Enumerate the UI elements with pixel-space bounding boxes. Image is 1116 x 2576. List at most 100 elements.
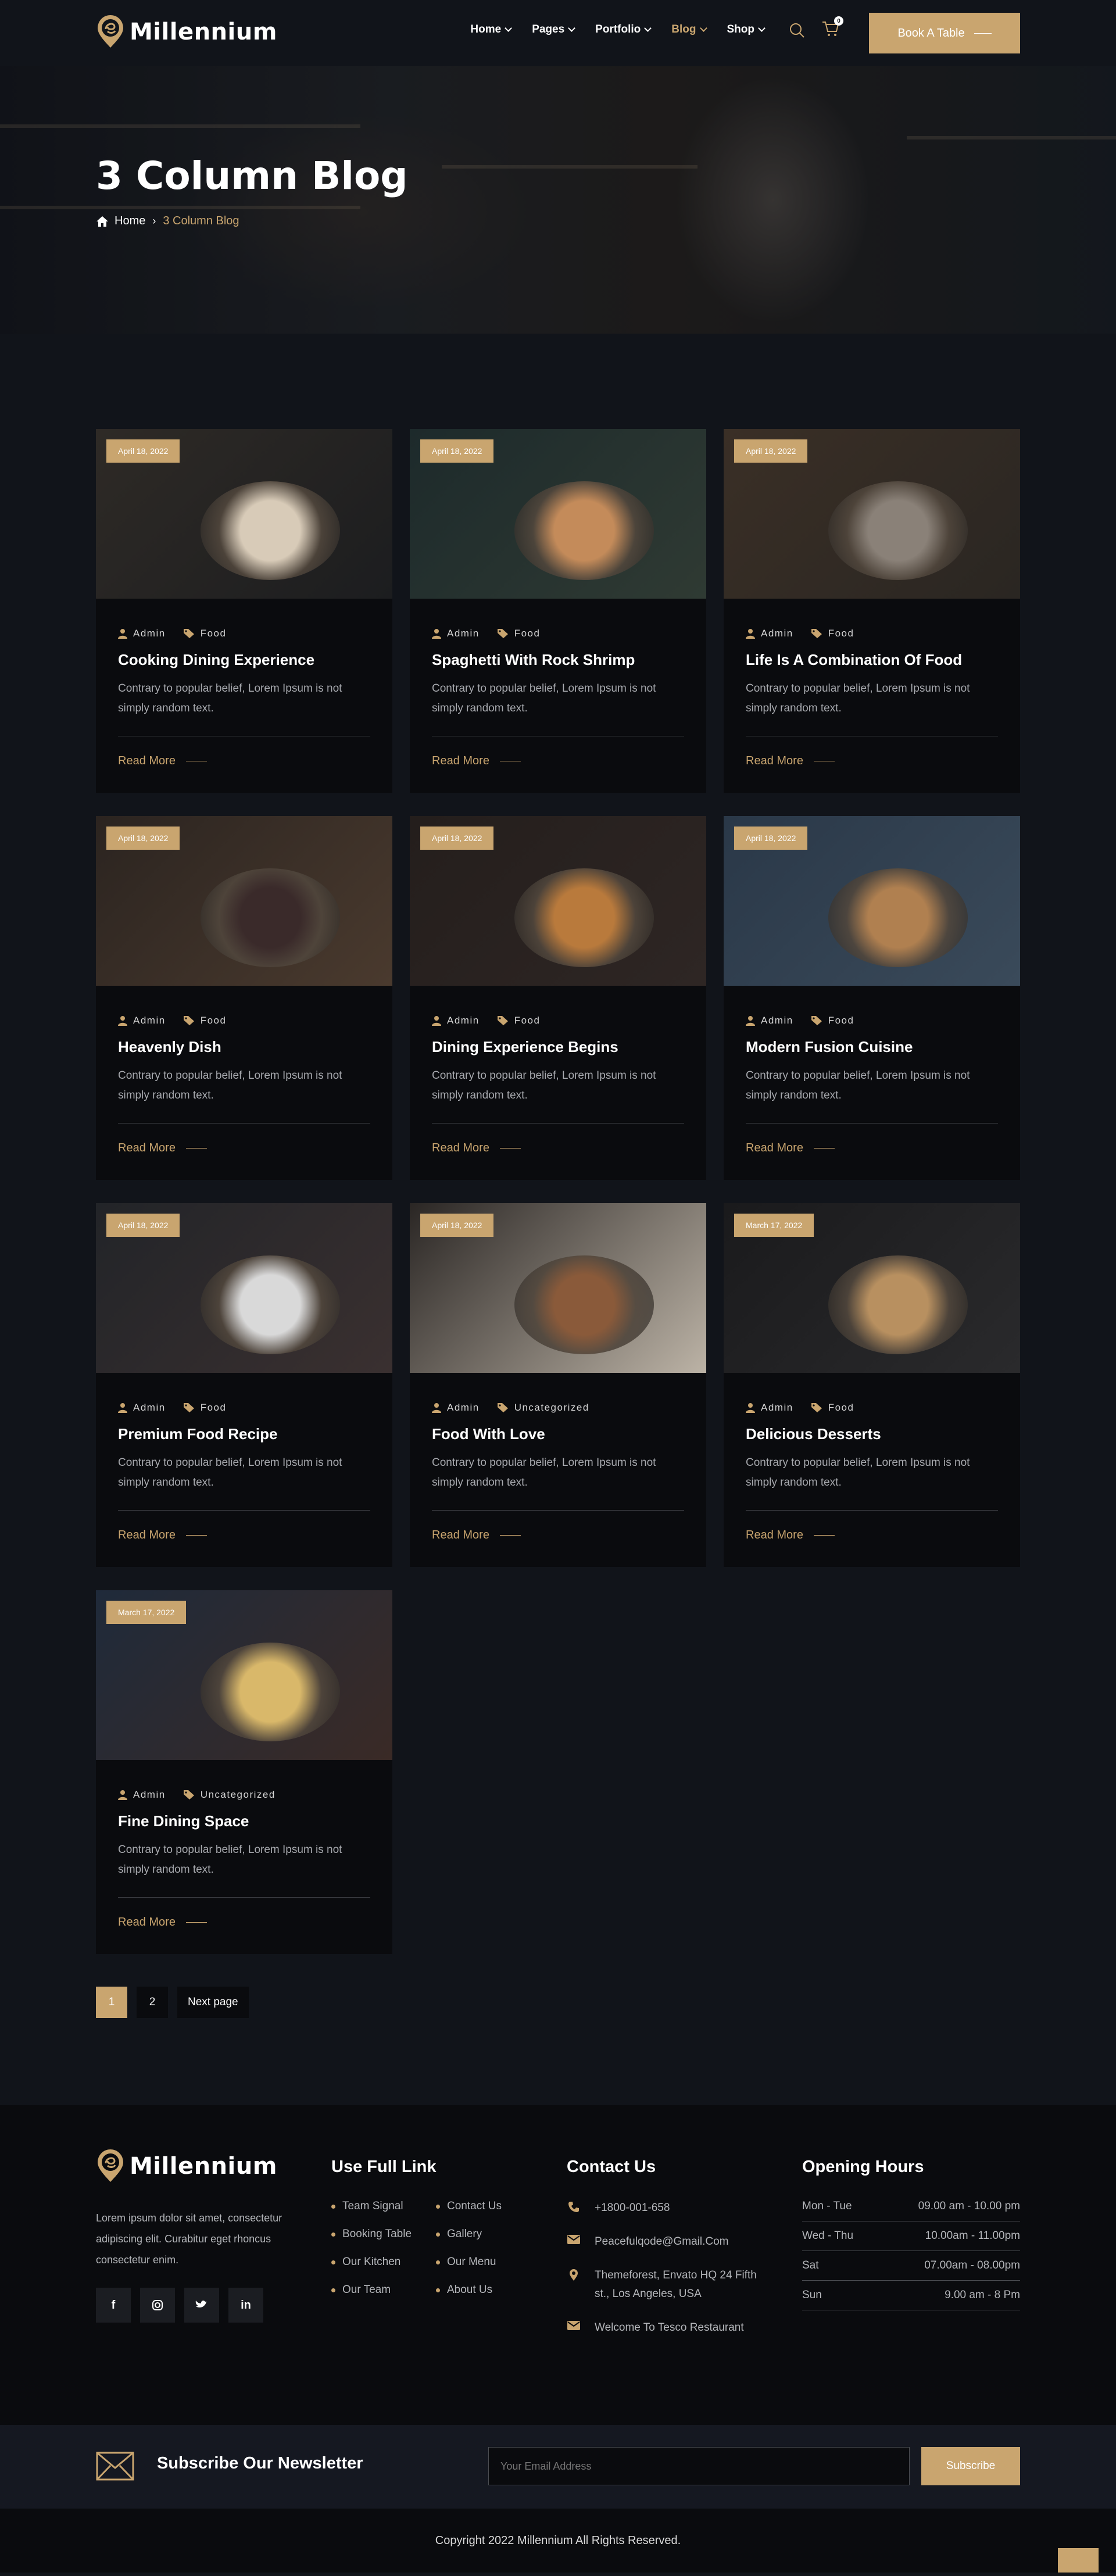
blog-card-image[interactable]: March 17, 2022 bbox=[96, 1590, 392, 1760]
nav-label: Home bbox=[470, 23, 502, 35]
linkedin-icon[interactable]: in bbox=[228, 2288, 263, 2323]
footer-link[interactable]: Gallery bbox=[436, 2228, 541, 2241]
nav-item-pages[interactable]: Pages bbox=[532, 23, 576, 36]
book-table-button[interactable]: Book A Table bbox=[869, 13, 1020, 53]
blog-card-image[interactable]: April 18, 2022 bbox=[724, 429, 1020, 599]
post-author-name: Admin bbox=[133, 628, 166, 639]
blog-card-image[interactable]: April 18, 2022 bbox=[96, 816, 392, 986]
blog-card[interactable]: April 18, 2022 Admin Food Premium Food Reci… bbox=[96, 1203, 392, 1567]
breadcrumb-home[interactable]: Home bbox=[96, 214, 145, 228]
hours-day: Mon - Tue bbox=[802, 2200, 852, 2212]
twitter-icon[interactable] bbox=[184, 2288, 219, 2323]
read-more-link[interactable]: Read More bbox=[746, 754, 835, 768]
post-category[interactable]: Uncategorized bbox=[183, 1789, 276, 1801]
footer-link[interactable]: Our Team bbox=[331, 2284, 436, 2296]
footer-link[interactable]: Team Signal bbox=[331, 2200, 436, 2213]
search-icon[interactable] bbox=[789, 22, 805, 38]
post-category[interactable]: Food bbox=[497, 628, 541, 639]
blog-card[interactable]: April 18, 2022 Admin Food Cooking Dining Ex… bbox=[96, 429, 392, 793]
blog-card[interactable]: April 18, 2022 Admin Uncategorized Food Wit… bbox=[410, 1203, 706, 1567]
post-author[interactable]: Admin bbox=[746, 628, 793, 639]
post-author[interactable]: Admin bbox=[118, 1402, 166, 1414]
contact-email[interactable]: Peacefulqode@Gmail.Com bbox=[567, 2232, 802, 2251]
blog-card[interactable]: April 18, 2022 Admin Food Life Is A Combina… bbox=[724, 429, 1020, 793]
blog-card[interactable]: April 18, 2022 Admin Food Spaghetti With Ro… bbox=[410, 429, 706, 793]
post-category[interactable]: Food bbox=[183, 1015, 227, 1026]
blog-card[interactable]: April 18, 2022 Admin Food Modern Fusion Cui… bbox=[724, 816, 1020, 1180]
read-more-link[interactable]: Read More bbox=[118, 1142, 207, 1155]
read-more-link[interactable]: Read More bbox=[432, 754, 521, 768]
post-title[interactable]: Fine Dining Space bbox=[118, 1812, 249, 1830]
read-more-link[interactable]: Read More bbox=[118, 1916, 207, 1929]
nav-item-home[interactable]: Home bbox=[470, 23, 513, 36]
back-to-top-button[interactable] bbox=[1058, 2548, 1099, 2573]
nav-item-shop[interactable]: Shop bbox=[727, 23, 766, 36]
post-author[interactable]: Admin bbox=[432, 628, 480, 639]
post-date-badge: March 17, 2022 bbox=[734, 1214, 814, 1237]
post-title[interactable]: Cooking Dining Experience bbox=[118, 651, 314, 669]
post-author[interactable]: Admin bbox=[118, 1789, 166, 1801]
contact-phone[interactable]: +1800-001-658 bbox=[567, 2199, 802, 2217]
read-more-link[interactable]: Read More bbox=[118, 1529, 207, 1542]
footer-link[interactable]: Our Kitchen bbox=[331, 2256, 436, 2269]
post-category-name: Food bbox=[514, 628, 541, 639]
blog-card-image[interactable]: April 18, 2022 bbox=[96, 1203, 392, 1373]
tag-icon bbox=[497, 629, 508, 638]
page-1-button[interactable]: 1 bbox=[96, 1987, 127, 2018]
post-category[interactable]: Food bbox=[811, 1015, 854, 1026]
blog-card[interactable]: March 17, 2022 Admin Uncategorized Fine Din… bbox=[96, 1590, 392, 1954]
post-category[interactable]: Food bbox=[497, 1015, 541, 1026]
blog-card-image[interactable]: March 17, 2022 bbox=[724, 1203, 1020, 1373]
read-more-link[interactable]: Read More bbox=[118, 754, 207, 768]
post-title[interactable]: Food With Love bbox=[432, 1425, 545, 1443]
post-author[interactable]: Admin bbox=[432, 1015, 480, 1026]
read-more-link[interactable]: Read More bbox=[746, 1529, 835, 1542]
post-category[interactable]: Food bbox=[811, 1402, 854, 1414]
post-author-name: Admin bbox=[447, 1015, 480, 1026]
blog-card-image[interactable]: April 18, 2022 bbox=[410, 816, 706, 986]
footer-link[interactable]: About Us bbox=[436, 2284, 541, 2296]
nav-item-blog[interactable]: Blog bbox=[671, 23, 707, 36]
post-category[interactable]: Food bbox=[183, 628, 227, 639]
read-more-label: Read More bbox=[746, 1529, 803, 1541]
post-title[interactable]: Spaghetti With Rock Shrimp bbox=[432, 651, 635, 669]
nav-item-portfolio[interactable]: Portfolio bbox=[595, 23, 652, 36]
post-title[interactable]: Heavenly Dish bbox=[118, 1038, 221, 1056]
blog-card[interactable]: March 17, 2022 Admin Food Delicious Dessert… bbox=[724, 1203, 1020, 1567]
blog-card-image[interactable]: April 18, 2022 bbox=[724, 816, 1020, 986]
footer-logo[interactable]: Millennium bbox=[96, 2149, 331, 2183]
blog-card-image[interactable]: April 18, 2022 bbox=[96, 429, 392, 599]
footer-link[interactable]: Booking Table bbox=[331, 2228, 436, 2241]
post-author[interactable]: Admin bbox=[746, 1015, 793, 1026]
footer-link[interactable]: Our Menu bbox=[436, 2256, 541, 2269]
blog-card-image[interactable]: April 18, 2022 bbox=[410, 429, 706, 599]
blog-card-image[interactable]: April 18, 2022 bbox=[410, 1203, 706, 1373]
newsletter-email-input[interactable] bbox=[488, 2447, 910, 2485]
post-title[interactable]: Premium Food Recipe bbox=[118, 1425, 278, 1443]
post-category[interactable]: Food bbox=[811, 628, 854, 639]
post-author[interactable]: Admin bbox=[118, 628, 166, 639]
divider bbox=[432, 1510, 684, 1511]
post-title[interactable]: Dining Experience Begins bbox=[432, 1038, 618, 1056]
instagram-icon[interactable] bbox=[140, 2288, 175, 2323]
post-author[interactable]: Admin bbox=[432, 1402, 480, 1414]
post-author[interactable]: Admin bbox=[746, 1402, 793, 1414]
page-2-button[interactable]: 2 bbox=[137, 1987, 168, 2018]
post-title[interactable]: Modern Fusion Cuisine bbox=[746, 1038, 913, 1056]
footer-link[interactable]: Contact Us bbox=[436, 2200, 541, 2213]
read-more-link[interactable]: Read More bbox=[746, 1142, 835, 1155]
next-page-button[interactable]: Next page bbox=[177, 1987, 249, 2018]
cart-button[interactable]: 0 bbox=[821, 16, 843, 40]
brand-logo[interactable]: Millennium bbox=[96, 15, 277, 49]
subscribe-button[interactable]: Subscribe bbox=[921, 2447, 1020, 2485]
post-category[interactable]: Uncategorized bbox=[497, 1402, 589, 1414]
post-author[interactable]: Admin bbox=[118, 1015, 166, 1026]
read-more-link[interactable]: Read More bbox=[432, 1529, 521, 1542]
facebook-icon[interactable]: f bbox=[96, 2288, 131, 2323]
blog-card[interactable]: April 18, 2022 Admin Food Dining Experience… bbox=[410, 816, 706, 1180]
read-more-link[interactable]: Read More bbox=[432, 1142, 521, 1155]
post-title[interactable]: Delicious Desserts bbox=[746, 1425, 881, 1443]
blog-card[interactable]: April 18, 2022 Admin Food Heavenly Dish Cont… bbox=[96, 816, 392, 1180]
post-title[interactable]: Life Is A Combination Of Food bbox=[746, 651, 962, 669]
post-category[interactable]: Food bbox=[183, 1402, 227, 1414]
